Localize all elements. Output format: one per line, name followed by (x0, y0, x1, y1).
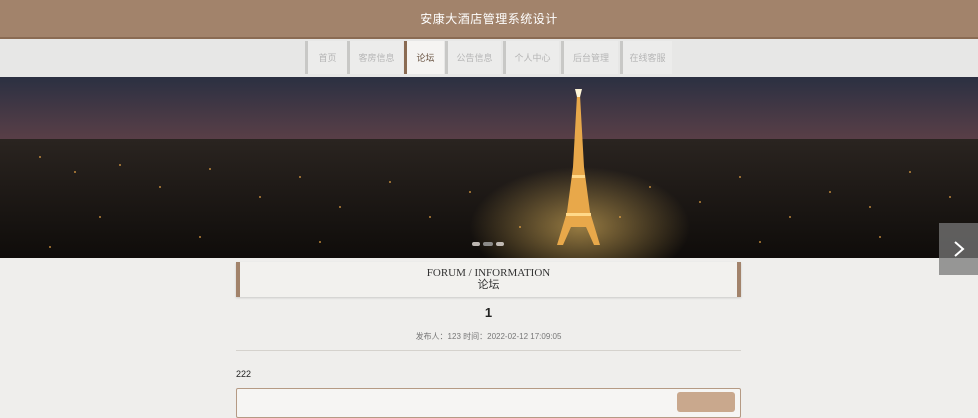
reply-input[interactable] (236, 388, 741, 418)
site-header: 安康大酒店管理系统设计 (0, 0, 978, 39)
nav-item-label: 个人中心 (514, 53, 551, 63)
nav-item-user-center[interactable]: 个人中心 (503, 41, 559, 74)
nav-item-notices[interactable]: 公告信息 (445, 41, 501, 74)
divider (236, 350, 741, 351)
post-content: 222 (236, 369, 252, 379)
nav-item-rooms[interactable]: 客房信息 (347, 41, 403, 74)
banner-carousel[interactable] (0, 77, 978, 258)
section-title-cn: 论坛 (477, 279, 500, 291)
nav-item-support[interactable]: 在线客服 (620, 41, 672, 74)
nav-item-label: 后台管理 (572, 53, 609, 63)
carousel-dot[interactable] (472, 242, 480, 246)
site-title: 安康大酒店管理系统设计 (420, 12, 558, 26)
section-title-en: FORUM / INFORMATION (426, 267, 551, 279)
section-title-box: FORUM / INFORMATION 论坛 (236, 262, 741, 297)
carousel-next-button[interactable] (939, 223, 978, 275)
nav-item-forum[interactable]: 论坛 (404, 41, 444, 74)
nav-item-admin[interactable]: 后台管理 (561, 41, 618, 74)
carousel-indicators (472, 242, 504, 246)
nav-item-label: 客房信息 (358, 53, 395, 63)
carousel-dot-active[interactable] (483, 242, 493, 246)
nav-item-label: 首页 (318, 53, 337, 63)
post-title: 1 (484, 305, 493, 320)
nav-item-label: 在线客服 (629, 53, 666, 63)
reply-submit-button[interactable] (677, 392, 735, 412)
carousel-dot[interactable] (496, 242, 504, 246)
main-nav: 首页 客房信息 论坛 公告信息 个人中心 后台管理 在线客服 (0, 39, 978, 78)
post-meta: 发布人：123 时间：2022-02-12 17:09:05 (415, 332, 562, 341)
nav-item-label: 论坛 (416, 53, 435, 63)
banner-image (0, 77, 978, 258)
chevron-right-icon (953, 241, 965, 257)
nav-item-label: 公告信息 (456, 53, 493, 63)
nav-item-home[interactable]: 首页 (305, 41, 347, 74)
